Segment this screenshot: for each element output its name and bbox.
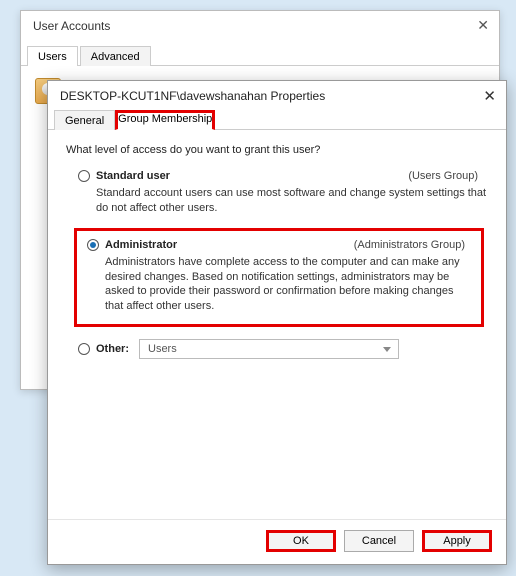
other-group-select[interactable]: Users bbox=[139, 339, 399, 359]
other-option: Other: Users bbox=[66, 339, 488, 359]
other-label: Other: bbox=[96, 343, 129, 355]
close-icon[interactable]: ✕ bbox=[477, 17, 489, 34]
tab-users[interactable]: Users bbox=[27, 46, 78, 66]
apply-button[interactable]: Apply bbox=[422, 530, 492, 552]
administrator-group: (Administrators Group) bbox=[354, 239, 465, 251]
standard-user-option: Standard user (Users Group) Standard acc… bbox=[66, 170, 488, 216]
user-accounts-title: User Accounts bbox=[33, 19, 110, 33]
other-group-value: Users bbox=[148, 343, 177, 355]
properties-title: DESKTOP-KCUT1NF\davewshanahan Properties bbox=[60, 89, 325, 103]
standard-user-desc: Standard account users can use most soft… bbox=[96, 186, 488, 216]
administrator-desc: Administrators have complete access to t… bbox=[105, 255, 471, 314]
tab-advanced[interactable]: Advanced bbox=[80, 46, 151, 66]
properties-body: What level of access do you want to gran… bbox=[48, 130, 506, 519]
tab-group-membership[interactable]: Group Membership bbox=[115, 110, 215, 130]
administrator-label: Administrator bbox=[105, 239, 177, 251]
radio-icon[interactable] bbox=[87, 239, 99, 251]
other-radio-label[interactable]: Other: bbox=[78, 343, 129, 355]
administrator-radio-label[interactable]: Administrator bbox=[87, 239, 177, 251]
user-accounts-title-bar: User Accounts ✕ bbox=[21, 11, 499, 41]
tab-general[interactable]: General bbox=[54, 110, 115, 130]
administrator-option: Administrator (Administrators Group) Adm… bbox=[74, 228, 484, 327]
close-icon[interactable]: ✕ bbox=[483, 87, 496, 105]
properties-dialog: DESKTOP-KCUT1NF\davewshanahan Properties… bbox=[47, 80, 507, 565]
standard-user-group: (Users Group) bbox=[408, 170, 478, 182]
standard-user-radio-label[interactable]: Standard user bbox=[78, 170, 170, 182]
properties-tabs: General Group Membership bbox=[48, 109, 506, 130]
user-accounts-tabs: Users Advanced bbox=[21, 45, 499, 66]
radio-icon[interactable] bbox=[78, 343, 90, 355]
ok-button[interactable]: OK bbox=[266, 530, 336, 552]
access-prompt: What level of access do you want to gran… bbox=[66, 144, 488, 156]
radio-icon[interactable] bbox=[78, 170, 90, 182]
standard-user-label: Standard user bbox=[96, 170, 170, 182]
properties-footer: OK Cancel Apply bbox=[48, 519, 506, 564]
cancel-button[interactable]: Cancel bbox=[344, 530, 414, 552]
properties-title-bar: DESKTOP-KCUT1NF\davewshanahan Properties… bbox=[48, 81, 506, 109]
